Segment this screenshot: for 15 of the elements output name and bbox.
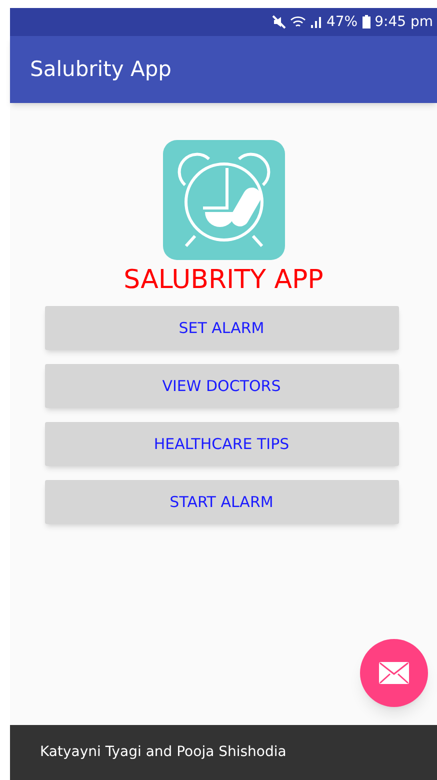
mute-icon bbox=[272, 15, 286, 29]
wifi-icon bbox=[290, 15, 306, 29]
footer-credits: Katyayni Tyagi and Pooja Shishodia bbox=[40, 743, 286, 762]
menu-button[interactable]: VIEW DOCTORS bbox=[44, 364, 398, 408]
battery-percent: 47% bbox=[326, 12, 358, 32]
clock-time: 9:45 pm bbox=[374, 12, 433, 32]
app-title: Salubrity App bbox=[30, 56, 172, 83]
app-heading: SALUBRITY APP bbox=[124, 264, 324, 297]
menu-button[interactable]: HEALTHCARE TIPS bbox=[44, 422, 398, 466]
menu-button[interactable]: SET ALARM bbox=[44, 306, 398, 350]
battery-icon bbox=[362, 15, 371, 29]
envelope-icon bbox=[379, 662, 409, 684]
alarm-clock-pill-logo-icon bbox=[162, 140, 284, 260]
signal-icon bbox=[310, 15, 322, 29]
menu-button[interactable]: START ALARM bbox=[44, 480, 398, 524]
